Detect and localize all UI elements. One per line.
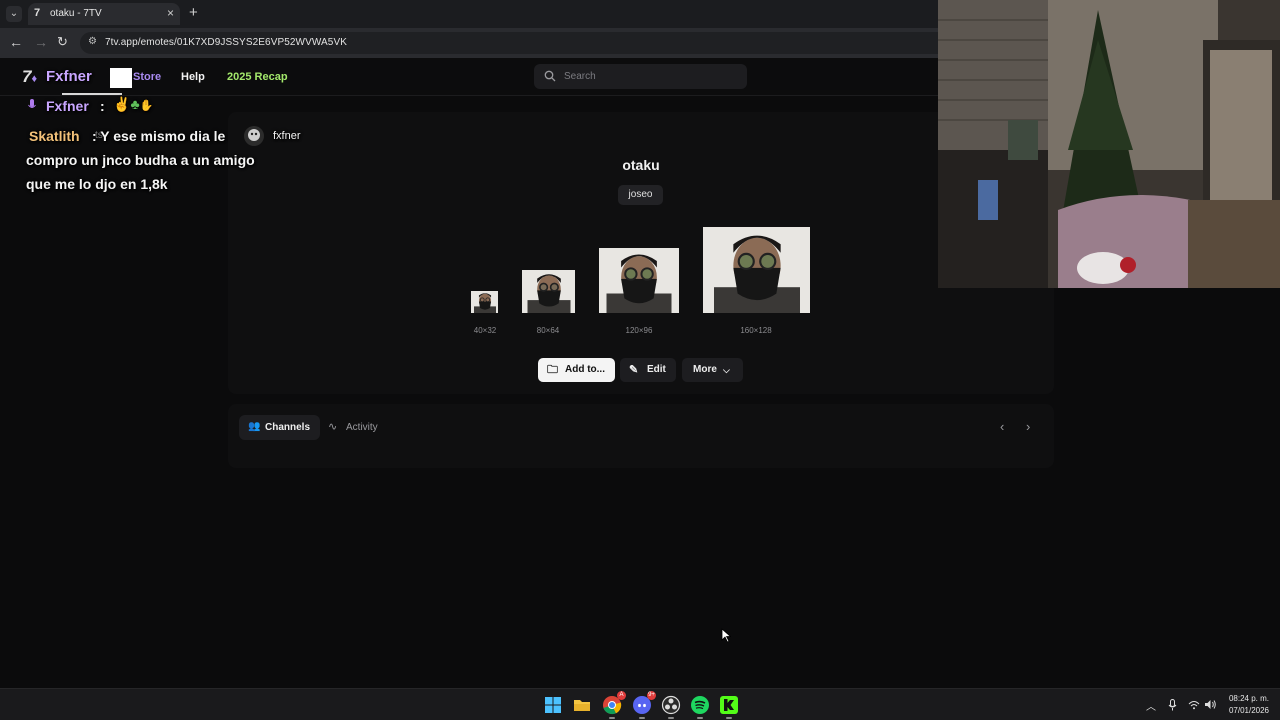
tab-channels[interactable]: 👥 Channels bbox=[239, 415, 320, 440]
active-indicator bbox=[639, 717, 645, 719]
chat-username-1: Fxfner bbox=[46, 98, 89, 114]
forward-icon[interactable]: → bbox=[34, 34, 48, 50]
more-button[interactable]: More ⌵ bbox=[682, 358, 743, 382]
emote-preview-160 bbox=[703, 227, 810, 313]
chrome-badge: A bbox=[617, 691, 626, 700]
new-tab-icon[interactable]: + bbox=[189, 4, 198, 21]
emote-preview-120 bbox=[599, 248, 679, 313]
chrome-icon[interactable]: A bbox=[602, 691, 626, 719]
tab-activity-label: Activity bbox=[346, 422, 378, 433]
chat-message-line3: que me lo djo en 1,8k bbox=[26, 176, 168, 192]
site-header: 7♦ ts Store Help 2025 Recap Search bbox=[0, 58, 938, 141]
search-icon bbox=[544, 70, 556, 82]
add-to-label: Add to... bbox=[565, 364, 605, 375]
file-explorer-icon[interactable] bbox=[572, 695, 592, 715]
wifi-icon[interactable] bbox=[1188, 700, 1200, 710]
size-label-120: 120×96 bbox=[625, 326, 653, 335]
nav-help-link[interactable]: Help bbox=[181, 71, 205, 83]
mouse-cursor-icon bbox=[721, 628, 731, 643]
activity-icon: ∿ bbox=[328, 421, 338, 433]
url-text[interactable]: 7tv.app/emotes/01K7XD9JSSYS2E6VP52WVWA5V… bbox=[105, 37, 347, 48]
folder-plus-icon: 🗀 bbox=[547, 364, 558, 376]
search-input[interactable]: Search bbox=[534, 64, 747, 89]
microphone-icon bbox=[28, 99, 36, 108]
taskbar: A 9+ ︿ 08:24 p. m. 07/01/2026 bbox=[0, 688, 1280, 720]
emote-owner-chip[interactable]: joseo bbox=[618, 185, 663, 205]
reload-icon[interactable]: ↻ bbox=[57, 34, 68, 50]
active-indicator bbox=[726, 717, 732, 719]
clock-date[interactable]: 07/01/2026 bbox=[1226, 706, 1272, 715]
censor-box bbox=[110, 68, 132, 88]
chat-separator: : bbox=[100, 98, 105, 114]
chevron-right-icon[interactable]: › bbox=[1026, 419, 1030, 434]
kick-icon[interactable] bbox=[719, 695, 739, 719]
back-icon[interactable]: ← bbox=[9, 34, 23, 50]
browser-tab-bar: ⌄ 7 otaku - 7TV × + bbox=[0, 0, 938, 28]
site-info-icon[interactable]: ⚙ bbox=[88, 36, 97, 47]
webcam-feed bbox=[938, 0, 1280, 288]
nav-store-link[interactable]: Store bbox=[133, 71, 161, 83]
size-label-80: 80×64 bbox=[536, 326, 560, 335]
discord-badge: 9+ bbox=[647, 691, 656, 700]
site-logo[interactable]: 7♦ bbox=[22, 67, 37, 87]
edit-icon: ✎ bbox=[629, 364, 639, 376]
chat-message-line2: compro un jnco budha a un amigo bbox=[26, 152, 255, 168]
url-bar[interactable]: ⚙ 7tv.app/emotes/01K7XD9JSSYS2E6VP52WVWA… bbox=[80, 32, 938, 54]
active-indicator bbox=[697, 717, 703, 719]
emote-title: otaku bbox=[622, 157, 660, 173]
search-placeholder: Search bbox=[564, 71, 596, 82]
add-to-button[interactable]: 🗀 Add to... bbox=[538, 358, 615, 382]
address-toolbar: ← → ↻ ⚙ 7tv.app/emotes/01K7XD9JSSYS2E6VP… bbox=[0, 28, 938, 58]
chat-mention: fxfner bbox=[273, 130, 301, 142]
edit-label: Edit bbox=[647, 364, 666, 375]
chat-emote-icon bbox=[244, 126, 264, 146]
chat-emote-icon: ✌♣✋ bbox=[113, 96, 154, 112]
chevron-up-icon[interactable]: ︿ bbox=[1146, 698, 1156, 713]
emote-preview-40 bbox=[471, 291, 498, 313]
chevron-down-icon: ⌵ bbox=[723, 365, 730, 375]
browser-tab[interactable]: 7 otaku - 7TV × bbox=[28, 3, 180, 25]
microphone-icon[interactable] bbox=[1168, 699, 1177, 711]
emote-preview-80 bbox=[522, 270, 575, 313]
nav-active-indicator bbox=[62, 93, 122, 95]
more-label: More bbox=[693, 364, 717, 375]
close-tab-icon[interactable]: × bbox=[167, 6, 174, 20]
tab-title: otaku - 7TV bbox=[50, 8, 102, 19]
volume-icon[interactable] bbox=[1204, 699, 1217, 710]
edit-button[interactable]: ✎ Edit bbox=[620, 358, 676, 382]
clock-time[interactable]: 08:24 p. m. bbox=[1226, 694, 1272, 703]
spotify-icon[interactable] bbox=[690, 695, 710, 719]
overlay-logo-text: Fxfner bbox=[46, 68, 92, 85]
tab-channels-label: Channels bbox=[265, 422, 311, 433]
nav-recap-link[interactable]: 2025 Recap bbox=[227, 71, 288, 83]
users-icon: 👥 bbox=[248, 421, 261, 432]
chevron-left-icon[interactable]: ‹ bbox=[1000, 419, 1004, 434]
discord-icon[interactable]: 9+ bbox=[632, 691, 656, 719]
chat-username-2: Skatlith bbox=[29, 128, 80, 144]
chat-message-line1: : Y ese mismo dia le bbox=[92, 128, 226, 144]
windows-start-icon[interactable] bbox=[543, 695, 563, 715]
obs-icon[interactable] bbox=[661, 695, 681, 719]
7tv-favicon-icon: 7 bbox=[34, 7, 41, 19]
tab-activity[interactable]: ∿ Activity bbox=[325, 415, 395, 440]
tab-search-icon[interactable]: ⌄ bbox=[6, 6, 22, 22]
active-indicator bbox=[609, 717, 615, 719]
size-label-160: 160×128 bbox=[740, 326, 772, 335]
active-indicator bbox=[668, 717, 674, 719]
size-label-40: 40×32 bbox=[473, 326, 497, 335]
